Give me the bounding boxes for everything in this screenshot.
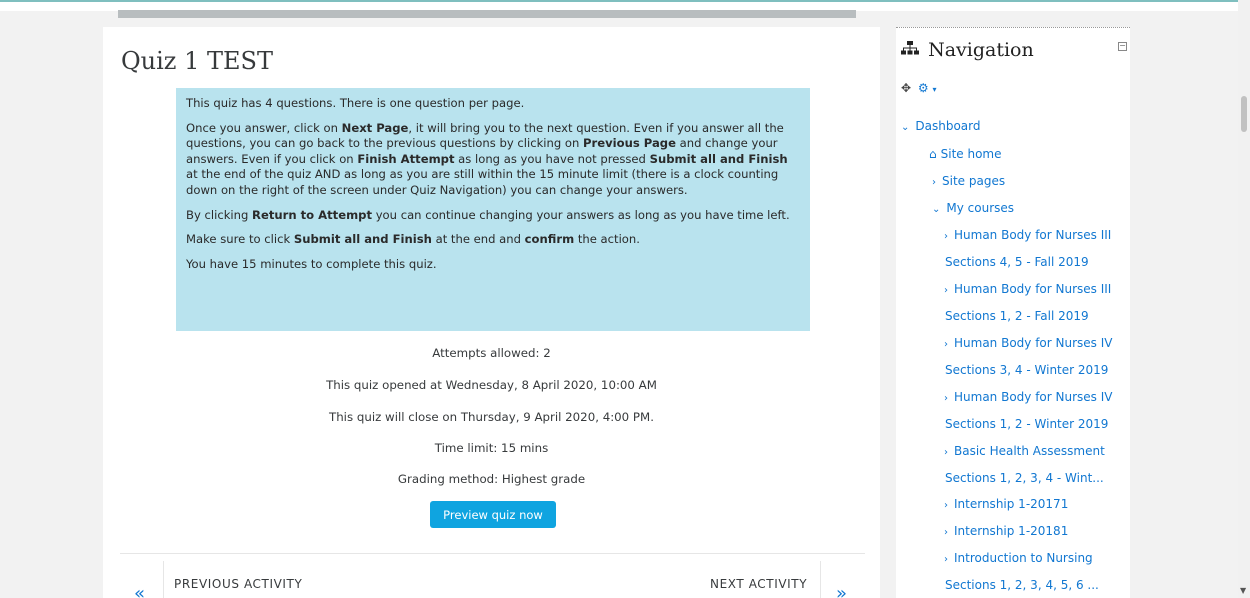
- chevron-right-icon: ›: [932, 177, 936, 188]
- nav-item[interactable]: Sections 3, 4 - Winter 2019: [945, 363, 1108, 377]
- next-arrow-icon[interactable]: »: [836, 583, 847, 598]
- nav-item[interactable]: Sections 4, 5 - Fall 2019: [945, 255, 1089, 269]
- chevron-right-icon: ›: [944, 231, 948, 242]
- bold-confirm: confirm: [524, 232, 575, 247]
- quiz-close-date: This quiz will close on Thursday, 9 Apri…: [329, 410, 654, 424]
- chevron-down-icon: ⌄: [901, 122, 910, 133]
- nav-item[interactable]: › Introduction to Nursing: [944, 551, 1093, 565]
- nav-item-label: Internship 1-20181: [954, 524, 1069, 538]
- nav-item[interactable]: Sections 1, 2, 3, 4, 5, 6 ...: [945, 578, 1099, 592]
- chevron-right-icon: ›: [944, 500, 948, 511]
- text: Make sure to click: [186, 232, 294, 247]
- scrollbar[interactable]: ▼: [1238, 0, 1250, 598]
- nav-item-label: Basic Health Assessment: [954, 444, 1105, 458]
- text: at the end of the quiz AND as long as yo…: [186, 167, 779, 197]
- preview-quiz-button[interactable]: Preview quiz now: [430, 501, 556, 528]
- nav-item[interactable]: › Human Body for Nurses IV: [944, 336, 1112, 350]
- navigation-title-text: Navigation: [928, 39, 1034, 61]
- text: the action.: [574, 232, 640, 247]
- nav-item[interactable]: › Human Body for Nurses IV: [944, 390, 1112, 404]
- text: as long as you have not pressed: [454, 151, 650, 166]
- bold-next-page: Next Page: [341, 120, 409, 135]
- previous-activity-link[interactable]: PREVIOUS ACTIVITY: [174, 577, 302, 591]
- nav-item[interactable]: Sections 1, 2 - Winter 2019: [945, 417, 1108, 431]
- nav-item[interactable]: › Internship 1-20181: [944, 524, 1068, 538]
- quiz-intro-box: This quiz has 4 questions. There is one …: [176, 88, 810, 331]
- text: at the end and: [431, 232, 525, 247]
- bold-finish-attempt: Finish Attempt: [357, 151, 455, 166]
- home-icon: ⌂: [929, 147, 937, 161]
- nav-item[interactable]: › Internship 1-20171: [944, 497, 1068, 511]
- nav-item[interactable]: Sections 1, 2 - Fall 2019: [945, 309, 1089, 323]
- chevron-down-icon: ⌄: [932, 204, 941, 215]
- nav-item-label: Human Body for Nurses III: [954, 282, 1112, 296]
- navigation-block: Navigation − ✥ ⚙ ▾ ⌄ Dashboard ⌂ Site home ›…: [896, 27, 1130, 598]
- nav-item-label: Dashboard: [915, 119, 981, 133]
- nav-item-label: Internship 1-20171: [954, 497, 1069, 511]
- bold-return-to-attempt: Return to Attempt: [252, 207, 373, 222]
- sitemap-icon: [901, 41, 924, 60]
- chevron-right-icon: ›: [944, 447, 948, 458]
- scrollbar-thumb[interactable]: [1241, 96, 1247, 132]
- nav-item-label: Human Body for Nurses III: [954, 228, 1112, 242]
- separator: [163, 561, 164, 598]
- chevron-right-icon: ›: [944, 554, 948, 565]
- scroll-down-arrow-icon[interactable]: ▼: [1240, 586, 1246, 595]
- time-limit: Time limit: 15 mins: [434, 441, 549, 455]
- chevron-right-icon: ›: [944, 339, 948, 350]
- bold-previous-page: Previous Page: [583, 136, 676, 151]
- nav-item-label: Sections 4, 5 - Fall 2019: [945, 255, 1089, 269]
- nav-item[interactable]: ⌄ My courses: [932, 201, 1014, 215]
- chevron-right-icon: ›: [944, 527, 948, 538]
- grading-method: Grading method: Highest grade: [397, 472, 586, 486]
- block-actions: ✥ ⚙ ▾: [901, 81, 937, 95]
- next-activity-link[interactable]: NEXT ACTIVITY: [710, 577, 807, 591]
- nav-item-label: My courses: [946, 201, 1015, 215]
- page-title: Quiz 1 TEST: [121, 47, 273, 75]
- nav-item-label: Human Body for Nurses IV: [954, 336, 1113, 350]
- nav-item-label: Sections 1, 2 - Winter 2019: [945, 417, 1109, 431]
- caret-down-icon[interactable]: ▾: [932, 85, 936, 94]
- nav-item-label: Sections 1, 2, 3, 4, 5, 6 ...: [945, 578, 1099, 592]
- navigation-title: Navigation: [901, 39, 1034, 61]
- move-icon[interactable]: ✥: [901, 81, 911, 95]
- nav-item-label: Human Body for Nurses IV: [954, 390, 1113, 404]
- intro-paragraph-4: Make sure to click Submit all and Finish…: [186, 232, 800, 248]
- bold-submit-all: Submit all and Finish: [293, 232, 432, 247]
- intro-paragraph-5: You have 15 minutes to complete this qui…: [186, 256, 437, 271]
- nav-item-label: Site pages: [942, 174, 1006, 188]
- nav-item-label: Site home: [940, 147, 1002, 161]
- collapse-block-button[interactable]: −: [1118, 42, 1127, 51]
- divider: [120, 553, 865, 554]
- previous-arrow-icon[interactable]: «: [134, 583, 145, 598]
- separator: [820, 561, 821, 598]
- intro-paragraph-1: This quiz has 4 questions. There is one …: [186, 96, 525, 110]
- nav-item-label: Sections 1, 2 - Fall 2019: [945, 309, 1089, 323]
- bold-submit-all: Submit all and Finish: [649, 151, 788, 166]
- nav-item[interactable]: › Human Body for Nurses III: [944, 282, 1111, 296]
- nav-item[interactable]: › Human Body for Nurses III: [944, 228, 1111, 242]
- text: Once you answer, click on: [186, 120, 342, 135]
- nav-item[interactable]: ⌄ Dashboard: [901, 119, 981, 133]
- text: By clicking: [186, 207, 253, 222]
- nav-item[interactable]: Sections 1, 2, 3, 4 - Wint...: [945, 471, 1104, 485]
- intro-paragraph-3: By clicking Return to Attempt you can co…: [186, 208, 800, 224]
- text: you can continue changing your answers a…: [372, 207, 790, 222]
- nav-item-label: Introduction to Nursing: [954, 551, 1093, 565]
- header-bar: [118, 10, 856, 18]
- nav-item[interactable]: › Basic Health Assessment: [944, 444, 1105, 458]
- nav-item-label: Sections 1, 2, 3, 4 - Wint...: [945, 471, 1104, 485]
- chevron-right-icon: ›: [944, 393, 948, 404]
- main-content: Quiz 1 TEST This quiz has 4 questions. T…: [103, 27, 880, 598]
- gear-icon[interactable]: ⚙: [918, 81, 929, 95]
- attempts-allowed: Attempts allowed: 2: [432, 346, 551, 360]
- nav-item[interactable]: › Site pages: [932, 174, 1005, 188]
- quiz-open-date: This quiz opened at Wednesday, 8 April 2…: [326, 378, 657, 392]
- nav-item[interactable]: ⌂ Site home: [929, 147, 1002, 161]
- chevron-right-icon: ›: [944, 285, 948, 296]
- nav-item-label: Sections 3, 4 - Winter 2019: [945, 363, 1109, 377]
- intro-paragraph-2: Once you answer, click on Next Page, it …: [186, 121, 800, 199]
- top-header-strip: [0, 0, 1238, 18]
